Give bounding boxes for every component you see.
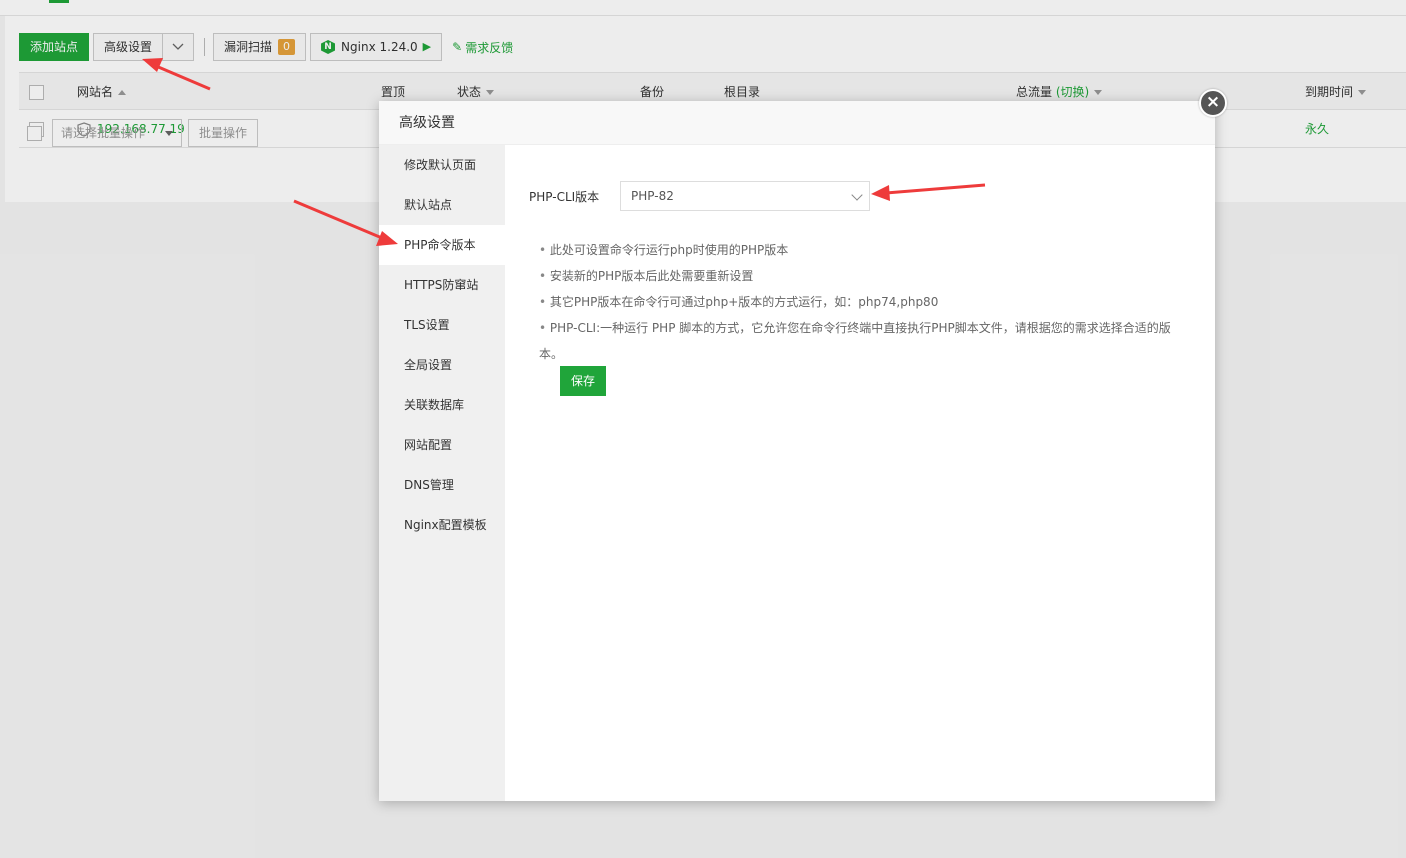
advanced-settings-modal: 高级设置 修改默认页面 默认站点 PHP命令版本 HTTPS防窜站 TLS设置 …: [379, 101, 1215, 801]
tip-item: PHP-CLI:一种运行 PHP 脚本的方式，它允许您在命令行终端中直接执行PH…: [539, 315, 1189, 367]
modal-title: 高级设置: [379, 101, 1215, 145]
sidebar-item-https-anti-hijack[interactable]: HTTPS防窜站: [379, 265, 505, 305]
sidebar-item-global[interactable]: 全局设置: [379, 345, 505, 385]
sidebar-item-site-config[interactable]: 网站配置: [379, 425, 505, 465]
tip-item: 安装新的PHP版本后此处需要重新设置: [539, 263, 1189, 289]
php-cli-form-row: PHP-CLI版本 PHP-82: [529, 181, 870, 211]
modal-sidebar: 修改默认页面 默认站点 PHP命令版本 HTTPS防窜站 TLS设置 全局设置 …: [379, 145, 505, 801]
sidebar-item-default-page[interactable]: 修改默认页面: [379, 145, 505, 185]
sidebar-item-nginx-template[interactable]: Nginx配置模板: [379, 505, 505, 545]
tip-item: 此处可设置命令行运行php时使用的PHP版本: [539, 237, 1189, 263]
sidebar-item-php-cli-version[interactable]: PHP命令版本: [379, 225, 505, 265]
close-icon[interactable]: ×: [1199, 89, 1227, 117]
php-cli-version-value: PHP-82: [631, 189, 674, 203]
tip-item: 其它PHP版本在命令行可通过php+版本的方式运行，如：php74,php80: [539, 289, 1189, 315]
php-cli-version-select[interactable]: PHP-82: [620, 181, 870, 211]
sidebar-item-dns[interactable]: DNS管理: [379, 465, 505, 505]
save-button[interactable]: 保存: [560, 366, 606, 396]
chevron-down-icon: [851, 189, 863, 201]
modal-content: PHP-CLI版本 PHP-82 此处可设置命令行运行php时使用的PHP版本 …: [505, 145, 1215, 801]
sidebar-item-database[interactable]: 关联数据库: [379, 385, 505, 425]
sidebar-item-default-site[interactable]: 默认站点: [379, 185, 505, 225]
sidebar-item-tls[interactable]: TLS设置: [379, 305, 505, 345]
php-cli-label: PHP-CLI版本: [529, 189, 600, 204]
tips-list: 此处可设置命令行运行php时使用的PHP版本 安装新的PHP版本后此处需要重新设…: [539, 237, 1189, 367]
